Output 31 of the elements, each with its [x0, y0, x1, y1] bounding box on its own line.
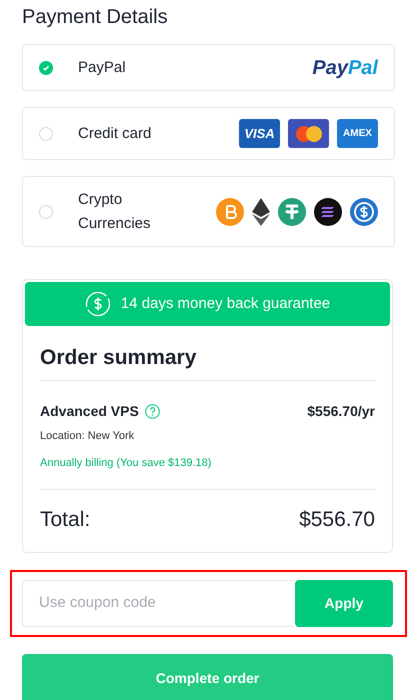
payment-option[interactable]: Crypto Currencies: [22, 176, 395, 247]
billing-text: Annually billing (You save $139.18): [40, 454, 375, 490]
radio-button[interactable]: [39, 60, 53, 74]
total-amount: $556.70: [299, 507, 375, 533]
dollar-circle-icon: [84, 291, 111, 317]
solana-icon: [314, 198, 342, 226]
card-logo: [288, 119, 329, 148]
bitcoin-icon: [216, 198, 244, 226]
radio-button[interactable]: [39, 204, 53, 218]
option-label: Credit card: [78, 124, 152, 144]
paypal-logo: PayPal: [312, 56, 378, 80]
product-name: Advanced VPS: [40, 402, 139, 421]
check-icon: [42, 64, 50, 72]
card-logo: AMEX: [337, 119, 378, 148]
option-label: PayPal: [78, 58, 126, 78]
payment-option[interactable]: Credit card VISA AMEX: [22, 107, 395, 160]
card-logo: VISA: [239, 119, 280, 148]
total-label: Total:: [40, 507, 90, 533]
tether-icon: [278, 198, 306, 226]
option-label: Crypto Currencies: [78, 190, 152, 234]
radio-button[interactable]: [39, 126, 53, 140]
product-price: $556.70/yr: [307, 402, 375, 421]
coupon-field[interactable]: Use coupon code: [22, 580, 295, 626]
banner-text: 14 days money back guarantee: [120, 294, 330, 314]
summary-title: Order summary: [40, 328, 375, 381]
ethereum-icon: [252, 198, 270, 226]
location-text: Location: New York: [40, 429, 136, 444]
section-title: Payment Details: [22, 5, 169, 30]
help-icon: [144, 404, 160, 419]
coin-icon: [350, 198, 378, 226]
payment-option[interactable]: PayPal PayPal: [22, 44, 395, 91]
